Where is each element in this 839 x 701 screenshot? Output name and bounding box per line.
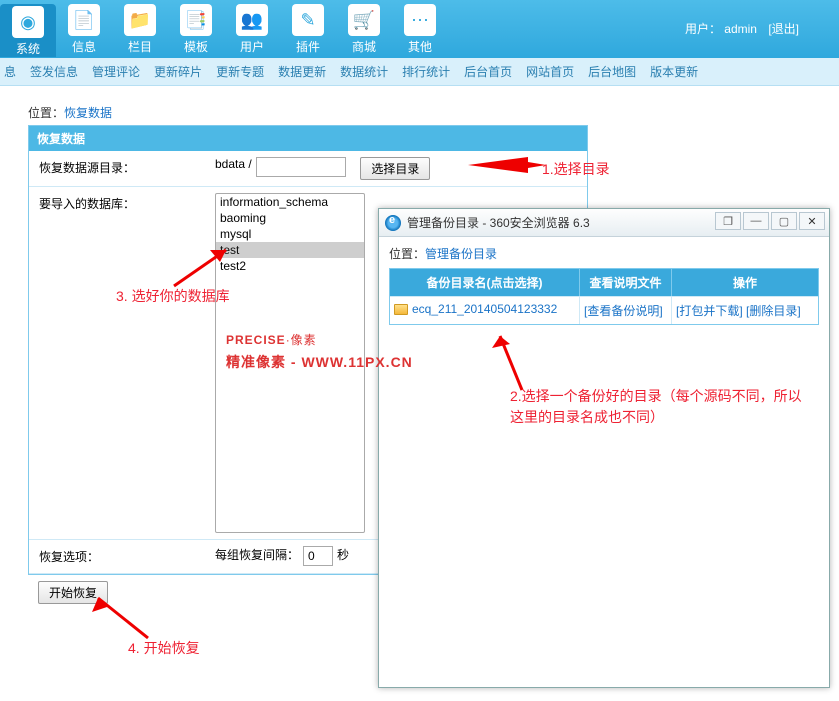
- popup-window: 管理备份目录 - 360安全浏览器 6.3 ❐ — ▢ ✕ 位置：管理备份目录 …: [378, 208, 830, 688]
- cart-icon: 🛒: [348, 4, 380, 36]
- minimize-button[interactable]: —: [743, 212, 769, 230]
- options-label: 恢复选项：: [29, 540, 209, 573]
- subnav-item[interactable]: 息: [4, 63, 16, 80]
- template-icon: 📑: [180, 4, 212, 36]
- close-button[interactable]: ✕: [799, 212, 825, 230]
- subnav-item[interactable]: 更新专题: [216, 63, 264, 80]
- popup-breadcrumb-link[interactable]: 管理备份目录: [425, 247, 497, 261]
- logout-link[interactable]: [退出]: [768, 22, 799, 36]
- sub-navigation: 息 签发信息 管理评论 更新碎片 更新专题 数据更新 数据统计 排行统计 后台首…: [0, 58, 839, 86]
- backup-grid: 备份目录名(点击选择) 查看说明文件 操作 ecq_211_2014050412…: [389, 268, 819, 325]
- nav-info[interactable]: 📄信息: [56, 4, 112, 55]
- interval-input[interactable]: [303, 546, 333, 566]
- download-link[interactable]: [打包并下载]: [676, 304, 743, 318]
- more-icon: ⋯: [404, 4, 436, 36]
- ie-icon: [385, 215, 401, 231]
- user-label: 用户：: [685, 22, 721, 36]
- subnav-item[interactable]: 更新碎片: [154, 63, 202, 80]
- nav-shop[interactable]: 🛒商城: [336, 4, 392, 55]
- grid-head-view: 查看说明文件: [580, 269, 672, 296]
- panel-title: 恢复数据: [29, 126, 587, 151]
- globe-icon: ◉: [12, 6, 44, 38]
- view-description-link[interactable]: [查看备份说明]: [584, 304, 663, 318]
- bdata-prefix: bdata /: [215, 157, 252, 171]
- database-select[interactable]: information_schemabaomingmysqltesttest2: [215, 193, 365, 533]
- nav-template[interactable]: 📑模板: [168, 4, 224, 55]
- nav-plugin[interactable]: ✎插件: [280, 4, 336, 55]
- choose-dir-button[interactable]: 选择目录: [360, 157, 430, 180]
- source-dir-input[interactable]: [256, 157, 346, 177]
- subnav-item[interactable]: 后台首页: [464, 63, 512, 80]
- top-navigation: ◉ 系统 📄信息 📁栏目 📑模板 👥用户 ✎插件 🛒商城 ⋯其他 用户： adm…: [0, 0, 839, 58]
- popup-breadcrumb: 位置：管理备份目录: [389, 245, 819, 262]
- subnav-item[interactable]: 数据更新: [278, 63, 326, 80]
- row-source-dir: 恢复数据源目录： bdata / 选择目录: [29, 151, 587, 187]
- subnav-item[interactable]: 排行统计: [402, 63, 450, 80]
- grid-row: ecq_211_20140504123332 [查看备份说明] [打包并下载] …: [390, 296, 818, 324]
- subnav-item[interactable]: 管理评论: [92, 63, 140, 80]
- breadcrumb-link[interactable]: 恢复数据: [64, 106, 112, 120]
- nav-column[interactable]: 📁栏目: [112, 4, 168, 55]
- popup-titlebar[interactable]: 管理备份目录 - 360安全浏览器 6.3 ❐ — ▢ ✕: [379, 209, 829, 237]
- source-dir-label: 恢复数据源目录：: [29, 151, 209, 186]
- folder-icon: [394, 304, 408, 315]
- subnav-item[interactable]: 后台地图: [588, 63, 636, 80]
- nav-other[interactable]: ⋯其他: [392, 4, 448, 55]
- annotation-4: 4. 开始恢复: [128, 638, 200, 658]
- subnav-item[interactable]: 签发信息: [30, 63, 78, 80]
- grid-header: 备份目录名(点击选择) 查看说明文件 操作: [390, 269, 818, 296]
- backup-dir-link[interactable]: ecq_211_20140504123332: [412, 302, 557, 316]
- delete-dir-link[interactable]: [删除目录]: [746, 304, 801, 318]
- user-name: admin: [724, 22, 757, 36]
- users-icon: 👥: [236, 4, 268, 36]
- interval-label: 每组恢复间隔：: [215, 546, 299, 563]
- user-area: 用户： admin [退出]: [685, 20, 799, 37]
- breadcrumb: 位置：恢复数据: [28, 104, 839, 121]
- document-icon: 📄: [68, 4, 100, 36]
- folder-icon: 📁: [124, 4, 156, 36]
- subnav-item[interactable]: 数据统计: [340, 63, 388, 80]
- start-restore-button[interactable]: 开始恢复: [38, 581, 108, 604]
- plugin-icon: ✎: [292, 4, 324, 36]
- subnav-item[interactable]: 版本更新: [650, 63, 698, 80]
- nav-user[interactable]: 👥用户: [224, 4, 280, 55]
- subnav-item[interactable]: 网站首页: [526, 63, 574, 80]
- restore-window-button[interactable]: ❐: [715, 212, 741, 230]
- maximize-button[interactable]: ▢: [771, 212, 797, 230]
- popup-title: 管理备份目录 - 360安全浏览器 6.3: [407, 214, 590, 231]
- grid-head-name: 备份目录名(点击选择): [390, 269, 580, 296]
- nav-system[interactable]: ◉ 系统: [0, 4, 56, 57]
- grid-head-action: 操作: [672, 269, 818, 296]
- database-label: 要导入的数据库：: [29, 187, 209, 539]
- interval-unit: 秒: [337, 546, 349, 563]
